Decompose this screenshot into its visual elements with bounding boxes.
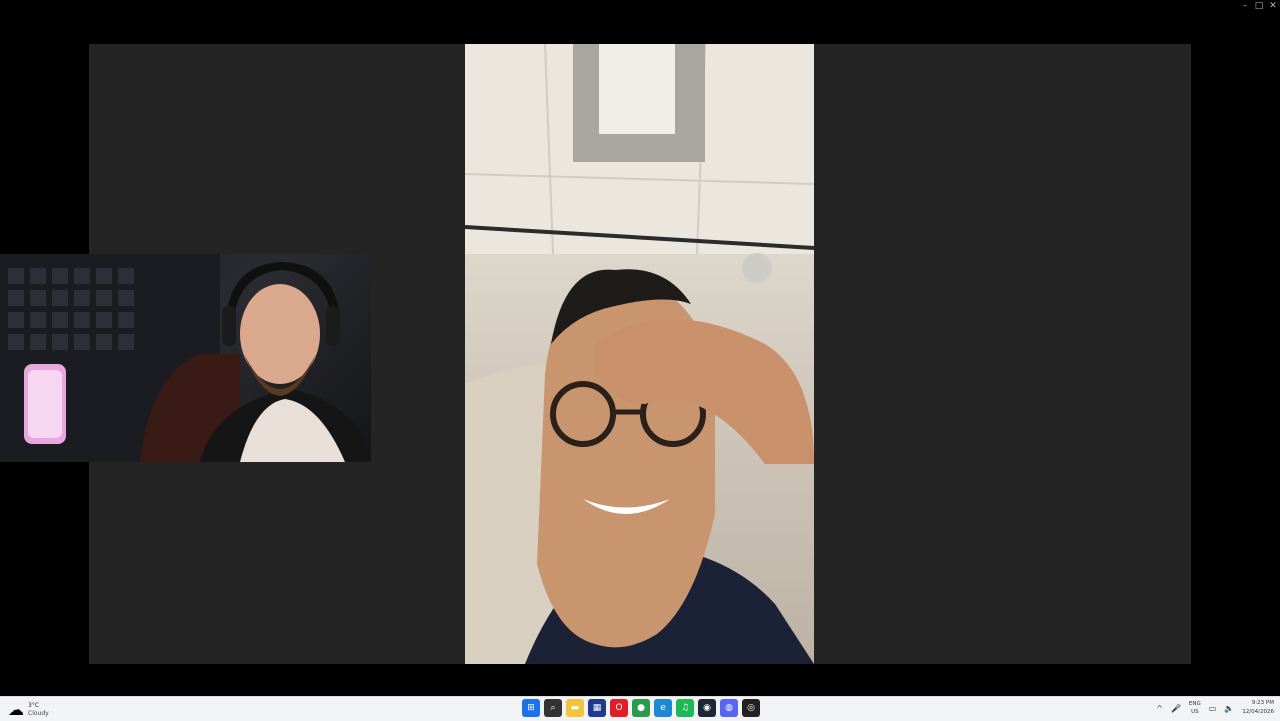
cloud-icon: ☁ [8,700,24,719]
calendar-app-icon[interactable]: ▦ [588,699,606,717]
webcam-overlay[interactable] [0,254,371,462]
weather-widget[interactable]: ☁ 3°C Cloudy [8,700,49,719]
webcam-frame-illustration [0,254,371,462]
clock[interactable]: 9:23 PM 12/04/2026 [1242,699,1274,717]
taskbar-app-dock: ⊞ ⌕ ▬ ▦ O ● e ♫ ◉ ◍ ◎ [522,699,760,717]
maximize-button[interactable]: □ [1252,0,1266,12]
steam-icon[interactable]: ◉ [698,699,716,717]
spotify-icon[interactable]: ♫ [676,699,694,717]
chrome-icon[interactable]: ● [632,699,650,717]
close-button[interactable]: ✕ [1266,0,1280,12]
main-video-feed[interactable] [465,44,814,664]
file-explorer-icon[interactable]: ▬ [566,699,584,717]
clock-time: 9:23 PM [1251,700,1274,706]
weather-condition: Cloudy [28,709,49,717]
language-code: ENG [1188,701,1201,707]
edge-icon[interactable]: e [654,699,672,717]
discord-icon[interactable]: ◍ [720,699,738,717]
search-icon[interactable]: ⌕ [544,699,562,717]
windows-start-icon[interactable]: ⊞ [522,699,540,717]
network-icon[interactable]: ▭ [1209,704,1217,713]
show-hidden-icons-chevron[interactable]: ^ [1156,704,1163,713]
language-indicator[interactable]: ENG US [1189,700,1201,716]
taskbar: ☁ 3°C Cloudy ⊞ ⌕ ▬ ▦ O ● e ♫ ◉ ◍ ◎ ^ 🎤 ENG US ▭ 🔈 … [0,696,1280,721]
system-tray: ^ 🎤 ENG US ▭ 🔈 9:23 PM 12/04/2026 [1156,699,1274,717]
region-code: US [1191,709,1199,715]
opera-icon[interactable]: O [610,699,628,717]
volume-icon[interactable]: 🔈 [1224,704,1234,713]
video-frame-illustration [465,44,814,664]
clock-date: 12/04/2026 [1242,709,1274,715]
microphone-icon[interactable]: 🎤 [1171,704,1181,713]
minimize-button[interactable]: – [1238,0,1252,12]
window-controls: – □ ✕ [1238,0,1280,12]
obs-icon[interactable]: ◎ [742,699,760,717]
weather-temperature: 3°C [28,701,40,709]
